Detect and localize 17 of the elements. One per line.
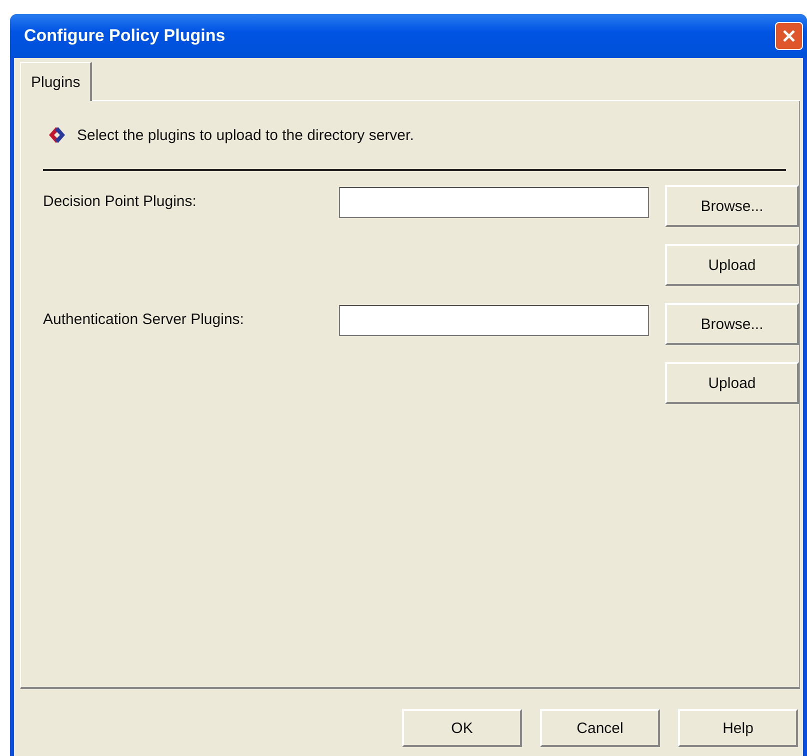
close-icon [782,29,796,43]
browse-button[interactable]: Browse... [665,303,799,345]
upload-button[interactable]: Upload [665,244,799,286]
input-field[interactable] [339,187,649,218]
close-button[interactable] [775,22,803,50]
dialog-button[interactable]: Help [678,709,798,747]
tab[interactable]: Plugins [20,62,92,101]
window-title: Configure Policy Plugins [24,26,226,46]
browse-button[interactable]: Browse... [665,185,799,227]
field-label: Decision Point Plugins: [43,192,198,210]
upload-button[interactable]: Upload [665,362,799,404]
dialog-button[interactable]: OK [402,709,522,747]
input-field[interactable] [339,305,649,336]
instruction-text: Select the plugins to upload to the directory server. [77,126,414,144]
diamond-logo-icon [47,125,67,145]
dialog-button[interactable]: Cancel [540,709,660,747]
field-label: Authentication Server Plugins: [43,310,245,328]
